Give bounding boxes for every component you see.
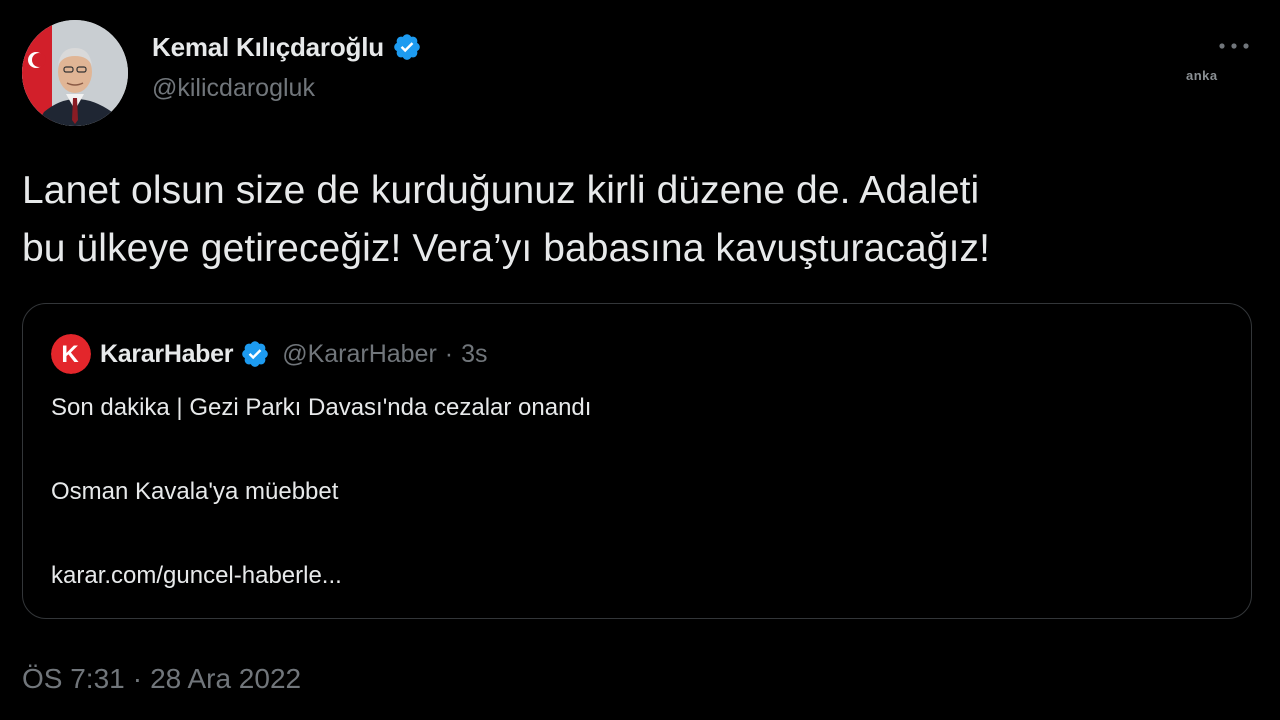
tweet-text-line: bu ülkeye getireceğiz! Vera’yı babasına … [22,227,991,270]
tweet-timestamp[interactable]: ÖS 7:31 · 28 Ara 2022 [22,663,301,695]
author-handle[interactable]: @kilicdarogluk [152,74,422,103]
timestamp-time: ÖS 7:31 [22,663,125,694]
quoted-text-line: Osman Kavala'ya müebbet [51,478,339,505]
tweet-card: Kemal Kılıçdaroğlu @kilicdarogluk anka L… [0,0,1280,720]
watermark: anka [1186,68,1218,83]
verified-badge-icon [242,341,268,367]
quoted-tweet[interactable]: K KararHaber @KararHaber · 3s Son dakika… [22,303,1252,619]
avatar[interactable] [22,20,128,126]
verified-badge-icon [394,34,420,60]
more-options-icon[interactable] [1214,38,1254,54]
timestamp-separator: · [132,663,143,694]
author-display-name[interactable]: Kemal Kılıçdaroğlu [152,32,384,63]
quoted-time[interactable]: 3s [461,340,487,369]
meta-separator: · [444,339,454,368]
profile-photo [22,20,128,126]
quoted-tweet-header: K KararHaber @KararHaber · 3s [51,334,488,374]
quoted-author-name[interactable]: KararHaber [100,340,233,369]
quoted-text-line: Son dakika | Gezi Parkı Davası'nda cezal… [51,394,592,421]
tweet-text-line: Lanet olsun size de kurduğunuz kirli düz… [22,169,980,212]
logo-letter: K [61,341,79,368]
quoted-meta: @KararHaber · 3s [282,340,487,369]
tweet-text: Lanet olsun size de kurduğunuz kirli düz… [22,162,1262,278]
quoted-link[interactable]: karar.com/guncel-haberle... [51,562,342,590]
author-info: Kemal Kılıçdaroğlu @kilicdarogluk [152,30,422,103]
quoted-author-handle[interactable]: @KararHaber [282,340,437,369]
timestamp-date: 28 Ara 2022 [150,663,302,694]
kararhaber-logo-icon[interactable]: K [51,334,91,374]
